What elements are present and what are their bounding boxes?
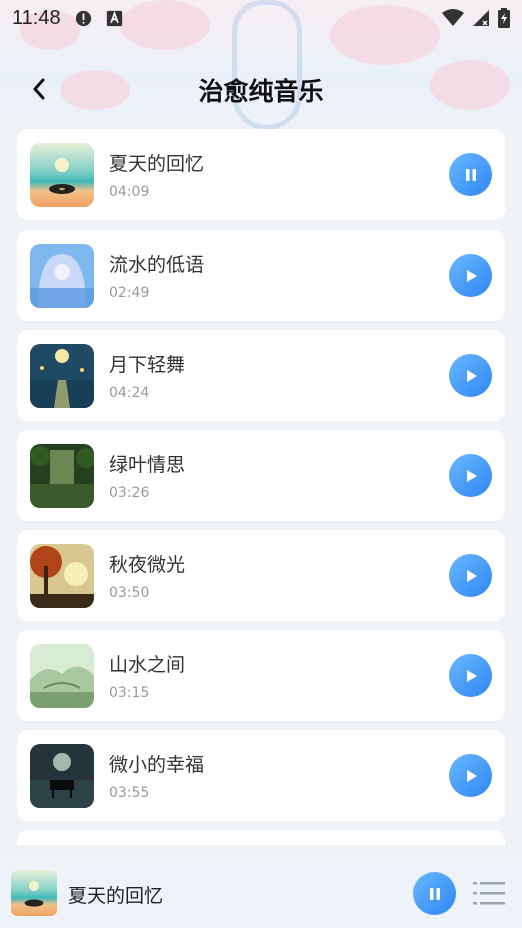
song-title: 夏天的回忆	[109, 153, 205, 175]
song-title: 月下轻舞	[109, 354, 186, 376]
play-icon	[466, 469, 477, 482]
song-title: 流水的低语	[109, 254, 205, 276]
wifi-icon	[442, 9, 464, 26]
play-button[interactable]	[449, 354, 492, 397]
song-duration: 03:26	[109, 485, 150, 501]
cover-beach-record	[30, 143, 94, 207]
cover-autumn-tree	[30, 544, 94, 608]
cover-green-forest	[30, 444, 94, 508]
playlist-icon[interactable]	[473, 880, 505, 906]
status-time: 11:48	[12, 6, 61, 29]
play-button[interactable]	[449, 554, 492, 597]
song-item-6[interactable]: 山水之间 03:15	[17, 630, 505, 721]
song-item-3[interactable]: 月下轻舞 04:24	[17, 330, 505, 421]
play-button[interactable]	[449, 754, 492, 797]
signal-icon	[473, 10, 489, 26]
song-title: 秋夜微光	[109, 554, 186, 576]
song-duration: 03:15	[109, 685, 150, 701]
cover-piano-lake	[30, 744, 94, 808]
status-bar: 11:48	[0, 0, 522, 36]
mini-player-title: 夏天的回忆	[68, 885, 164, 907]
cover-misty-mountain	[30, 644, 94, 708]
play-button[interactable]	[449, 654, 492, 697]
song-item-7[interactable]: 微小的幸福 03:55	[17, 730, 505, 821]
song-title: 绿叶情思	[109, 454, 186, 476]
song-duration: 04:24	[109, 385, 150, 401]
play-icon	[466, 669, 477, 682]
song-list[interactable]: 夏天的回忆 04:09 流水的低语 02:49 月下轻舞 04:24 绿叶情思 …	[17, 129, 505, 845]
pause-icon	[429, 887, 440, 900]
mini-pause-button[interactable]	[413, 872, 456, 915]
play-button[interactable]	[449, 454, 492, 497]
song-item-5[interactable]: 秋夜微光 03:50	[17, 530, 505, 621]
cover-cave-water	[30, 244, 94, 308]
a-icon	[106, 10, 122, 26]
pause-icon	[465, 168, 476, 181]
mini-player[interactable]: 夏天的回忆	[0, 858, 522, 928]
cover-moon-night	[30, 344, 94, 408]
song-item-partial[interactable]	[17, 830, 505, 845]
play-icon	[466, 369, 477, 382]
battery-icon	[498, 8, 510, 28]
page-title: 治愈纯音乐	[198, 77, 324, 106]
song-duration: 02:49	[109, 285, 150, 301]
play-icon	[466, 569, 477, 582]
play-icon	[466, 769, 477, 782]
play-icon	[466, 269, 477, 282]
song-duration: 03:50	[109, 585, 150, 601]
play-button[interactable]	[449, 254, 492, 297]
mini-player-cover	[10, 870, 58, 916]
song-title: 微小的幸福	[109, 754, 205, 776]
song-item-1[interactable]: 夏天的回忆 04:09	[17, 129, 505, 220]
alert-icon	[75, 10, 91, 26]
page-header: 治愈纯音乐	[0, 60, 522, 118]
song-title: 山水之间	[109, 654, 186, 676]
song-duration: 03:55	[109, 785, 150, 801]
pause-button[interactable]	[449, 153, 492, 196]
song-item-2[interactable]: 流水的低语 02:49	[17, 230, 505, 321]
song-duration: 04:09	[109, 184, 150, 200]
song-item-4[interactable]: 绿叶情思 03:26	[17, 430, 505, 521]
